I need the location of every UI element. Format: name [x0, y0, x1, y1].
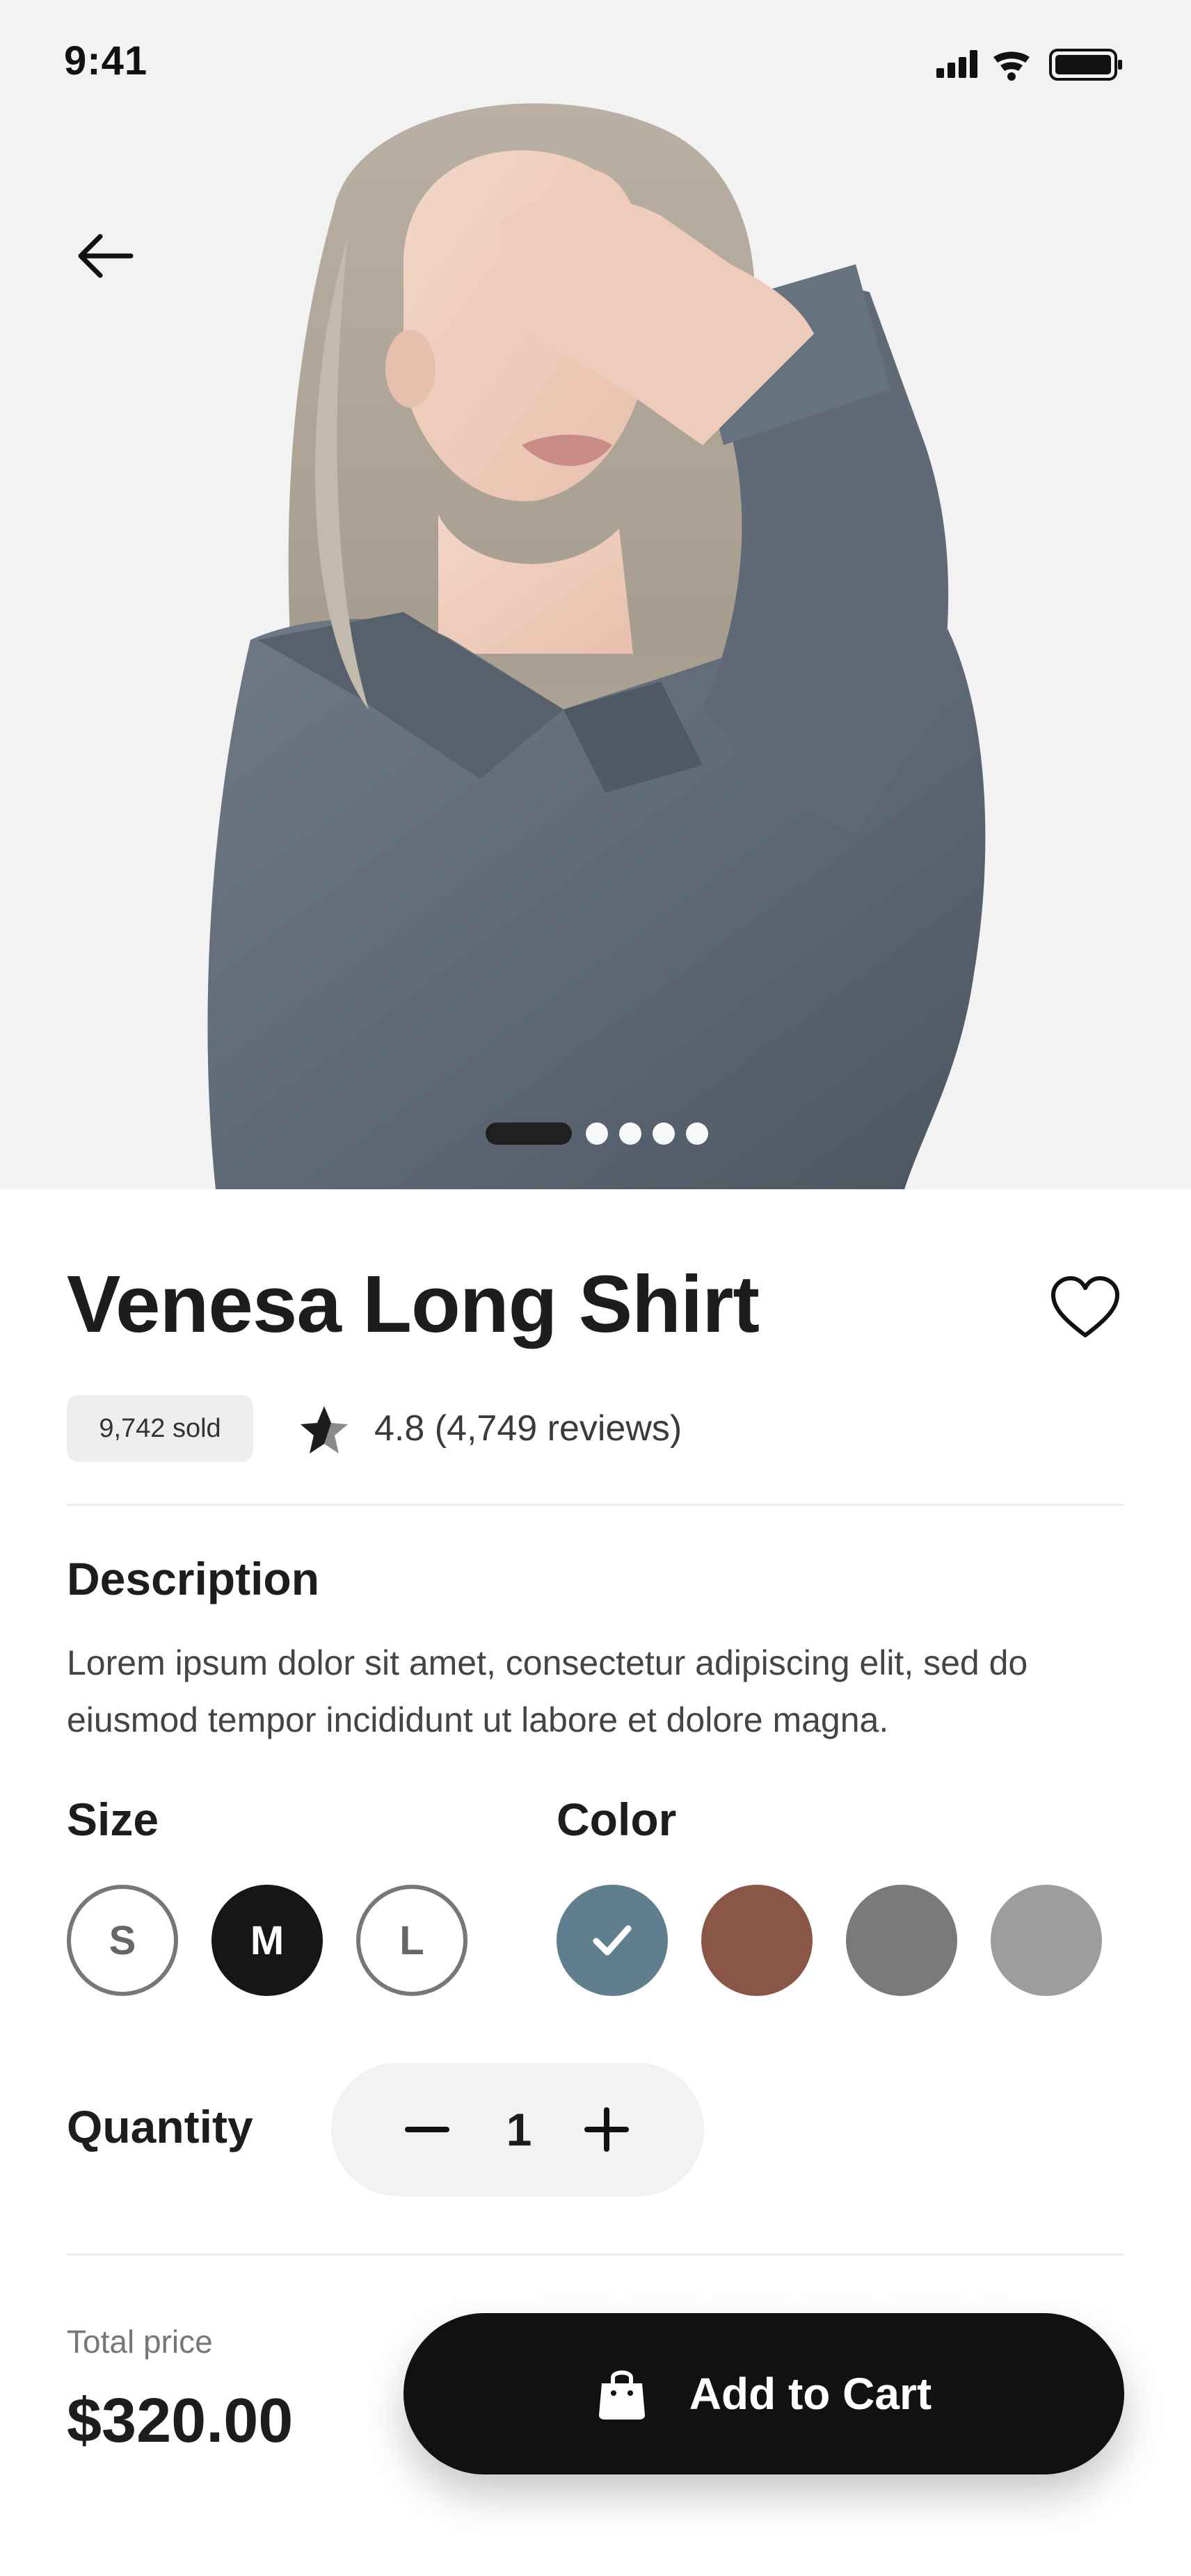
- plus-icon[interactable]: [572, 2095, 641, 2164]
- check-icon: [593, 1925, 632, 1956]
- back-arrow-icon[interactable]: [67, 223, 143, 299]
- size-option-l[interactable]: L: [356, 1885, 467, 1996]
- battery-icon: [1049, 49, 1122, 81]
- heart-icon[interactable]: [1049, 1273, 1121, 1345]
- color-swatch-brown[interactable]: [701, 1885, 813, 1996]
- color-swatch-blue-gray[interactable]: [557, 1885, 668, 1996]
- quantity-value: 1: [506, 2104, 532, 2155]
- quantity-stepper: 1: [331, 2063, 704, 2196]
- signal-icon: [936, 50, 977, 78]
- star-icon: [301, 1406, 348, 1454]
- carousel-dot[interactable]: [653, 1122, 675, 1145]
- divider: [67, 2253, 1124, 2255]
- product-image-carousel[interactable]: 9:41: [0, 0, 1191, 1189]
- carousel-indicator: [486, 1122, 708, 1146]
- carousel-dot-active[interactable]: [486, 1122, 572, 1145]
- product-photo: [207, 103, 986, 1189]
- product-title: Venesa Long Shirt: [67, 1259, 760, 1349]
- status-bar: 9:41: [0, 0, 1191, 125]
- carousel-dot[interactable]: [686, 1122, 708, 1145]
- minus-icon[interactable]: [392, 2095, 462, 2164]
- add-to-cart-button[interactable]: Add to Cart: [403, 2313, 1124, 2474]
- carousel-dot[interactable]: [619, 1122, 641, 1145]
- color-swatch-light-gray[interactable]: [991, 1885, 1102, 1996]
- status-time: 9:41: [64, 38, 148, 83]
- total-price-label: Total price: [67, 2324, 213, 2360]
- color-heading: Color: [557, 1794, 677, 1845]
- color-swatch-gray[interactable]: [846, 1885, 957, 1996]
- divider: [67, 1504, 1124, 1506]
- rating-text: 4.8 (4,749 reviews): [374, 1408, 682, 1449]
- add-to-cart-label: Add to Cart: [689, 2369, 932, 2419]
- sold-badge: 9,742 sold: [67, 1395, 253, 1462]
- size-heading: Size: [67, 1794, 159, 1845]
- wifi-icon: [993, 51, 1030, 81]
- total-price-value: $320.00: [67, 2386, 294, 2456]
- size-option-m[interactable]: M: [211, 1885, 323, 1996]
- quantity-label: Quantity: [67, 2101, 253, 2152]
- description-text: Lorem ipsum dolor sit amet, consectetur …: [67, 1643, 1028, 1739]
- carousel-dot[interactable]: [586, 1122, 608, 1145]
- size-option-s[interactable]: S: [67, 1885, 178, 1996]
- status-icons: [936, 49, 1122, 81]
- description-heading: Description: [67, 1553, 320, 1604]
- shopping-bag-icon: [598, 2370, 645, 2420]
